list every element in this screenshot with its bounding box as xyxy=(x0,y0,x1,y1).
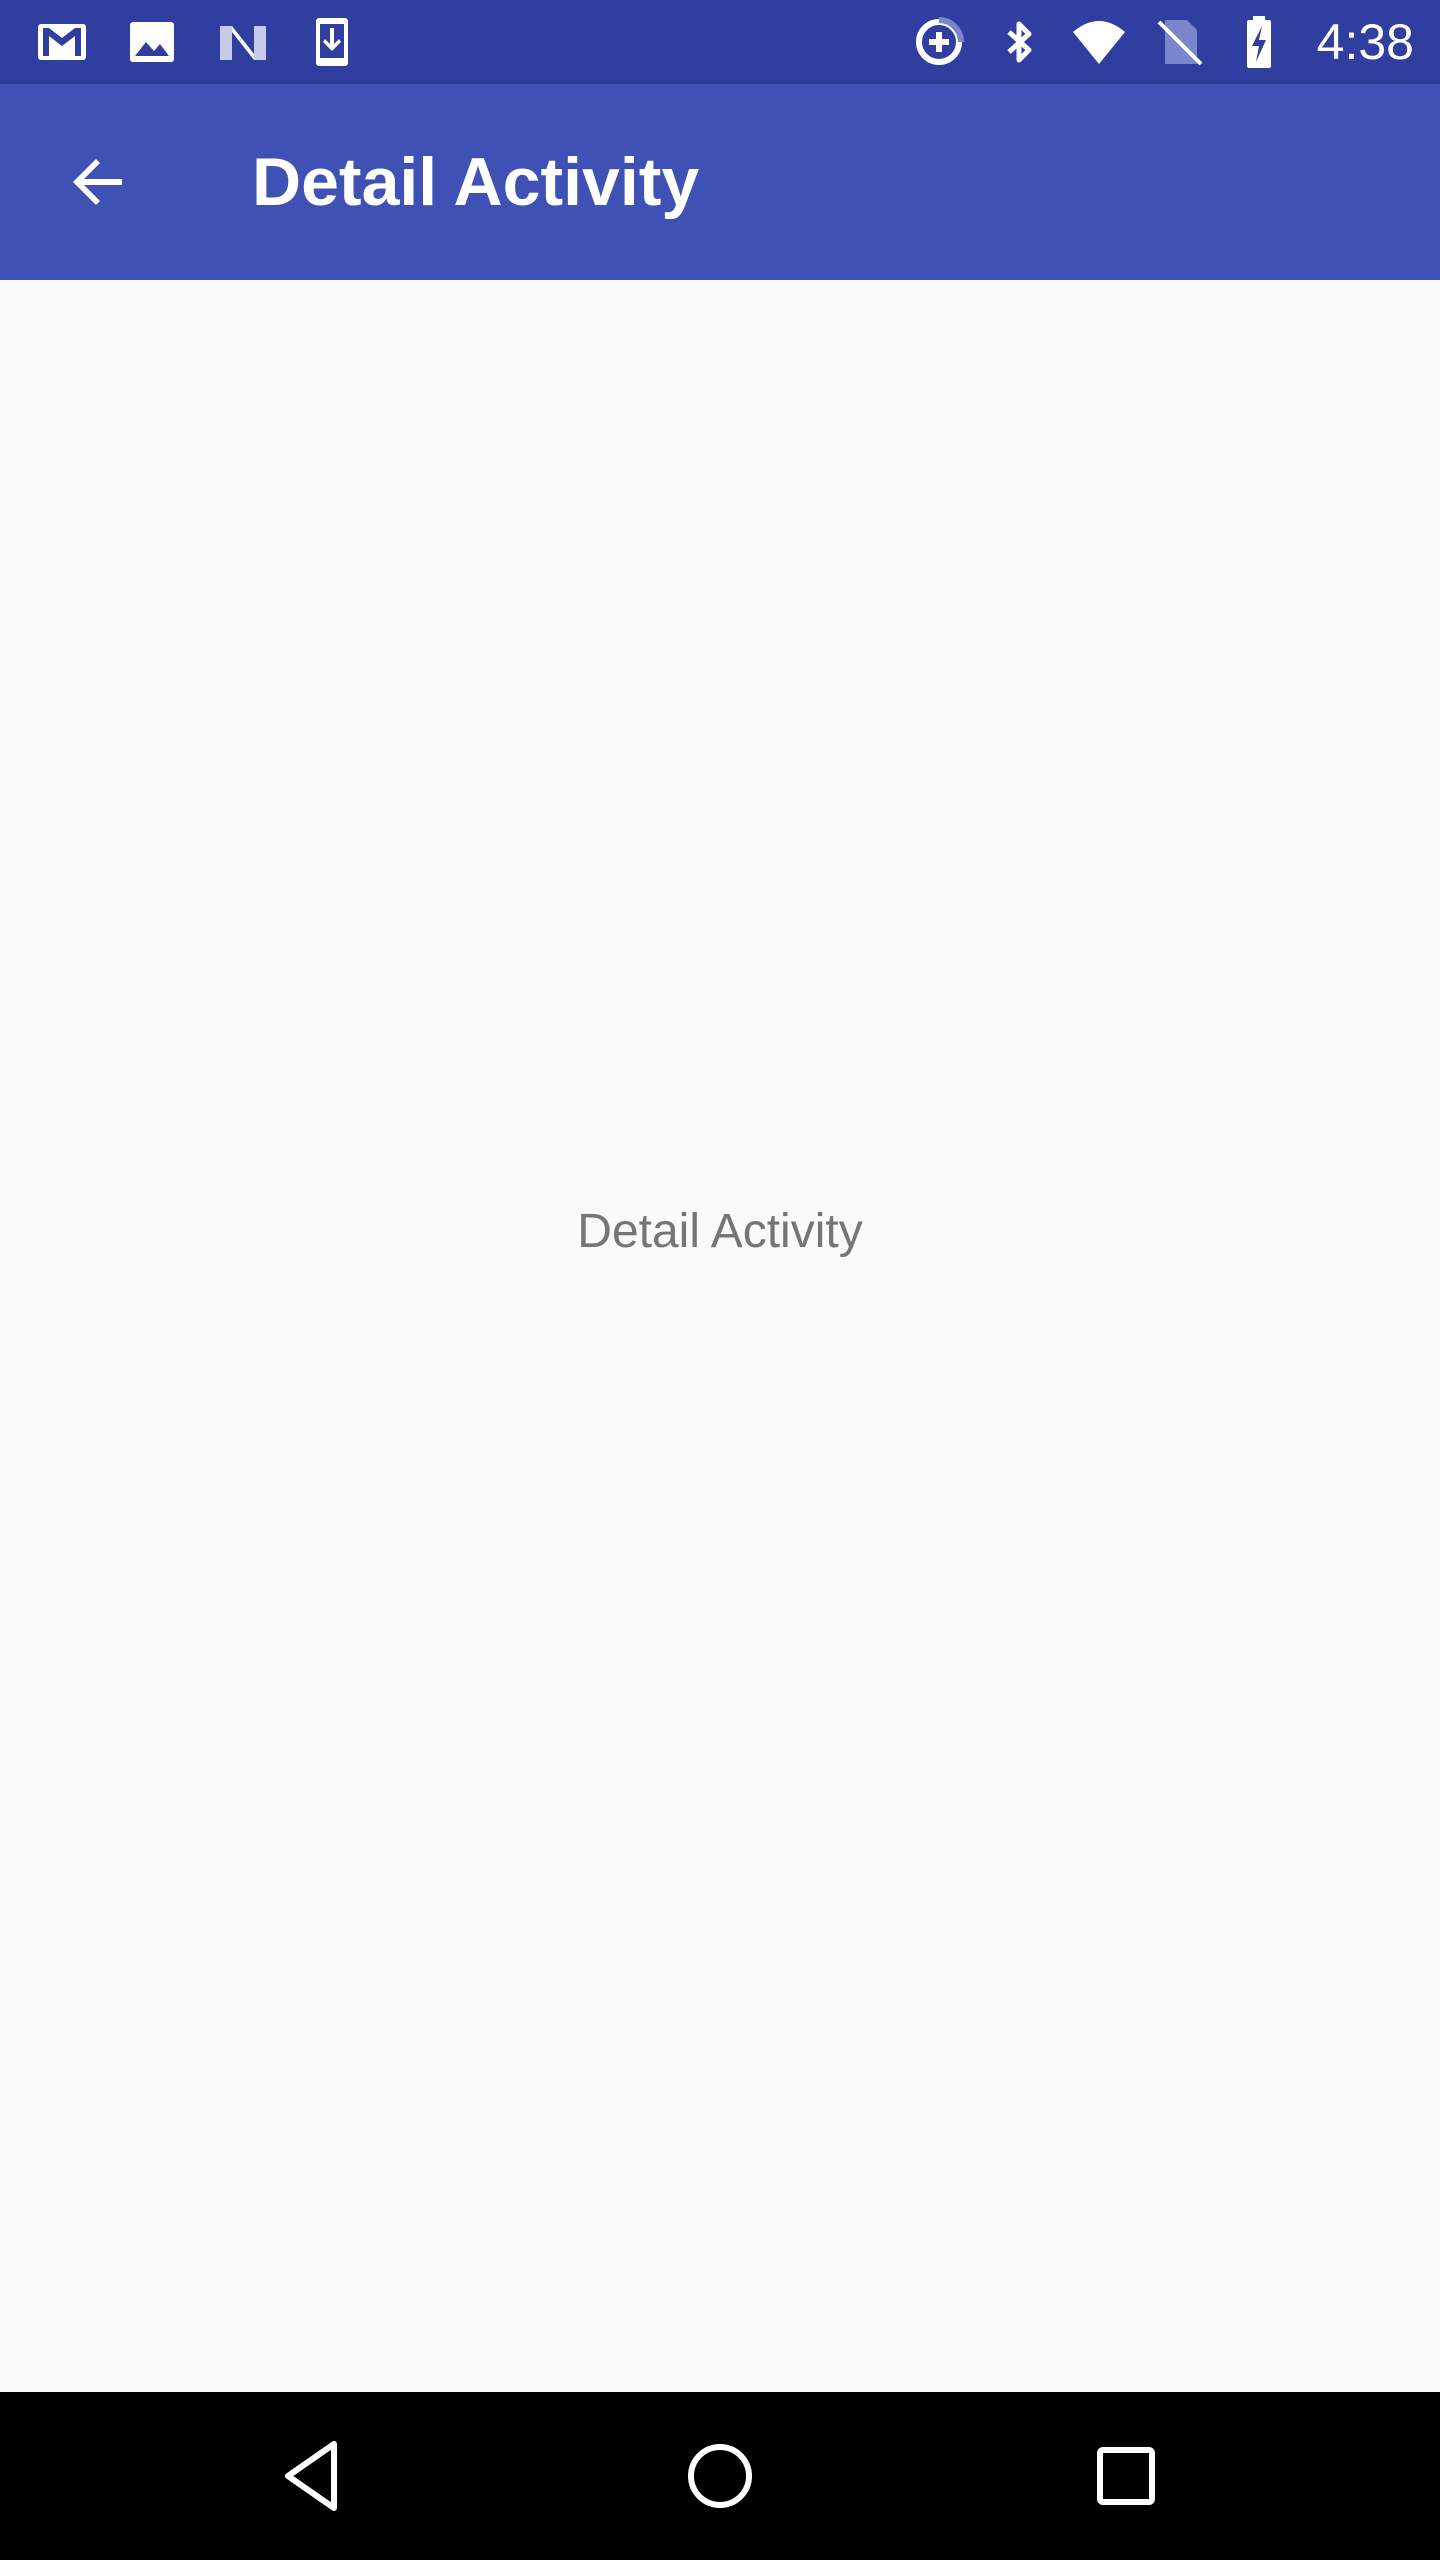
data-saver-icon xyxy=(911,14,967,70)
content-area: Detail Activity xyxy=(0,280,1440,2392)
toolbar-title: Detail Activity xyxy=(252,144,700,220)
status-bar: 4:38 xyxy=(0,0,1440,84)
gallery-icon xyxy=(124,14,180,70)
nav-recents-button[interactable] xyxy=(1086,2436,1166,2516)
gmail-icon xyxy=(34,14,90,70)
bluetooth-icon xyxy=(991,14,1047,70)
screen: 4:38 Detail Activity Detail Activity xyxy=(0,0,1440,2560)
battery-charging-icon xyxy=(1231,14,1287,70)
notification-icons xyxy=(34,14,360,70)
no-sim-icon xyxy=(1151,14,1207,70)
nav-home-button[interactable] xyxy=(680,2436,760,2516)
n-logo-icon xyxy=(214,14,270,70)
navigation-bar xyxy=(0,2392,1440,2560)
system-icons: 4:38 xyxy=(911,10,1414,74)
download-icon xyxy=(304,14,360,70)
toolbar: Detail Activity xyxy=(0,84,1440,280)
nav-home-icon xyxy=(688,2444,752,2508)
back-button[interactable] xyxy=(50,134,146,230)
nav-back-button[interactable] xyxy=(276,2436,356,2516)
nav-recents-icon xyxy=(1097,2447,1155,2505)
arrow-back-icon xyxy=(73,159,122,205)
status-clock: 4:38 xyxy=(1316,14,1414,70)
nav-back-icon xyxy=(285,2441,337,2511)
wifi-icon xyxy=(1071,14,1127,70)
center-text: Detail Activity xyxy=(577,1205,863,1258)
